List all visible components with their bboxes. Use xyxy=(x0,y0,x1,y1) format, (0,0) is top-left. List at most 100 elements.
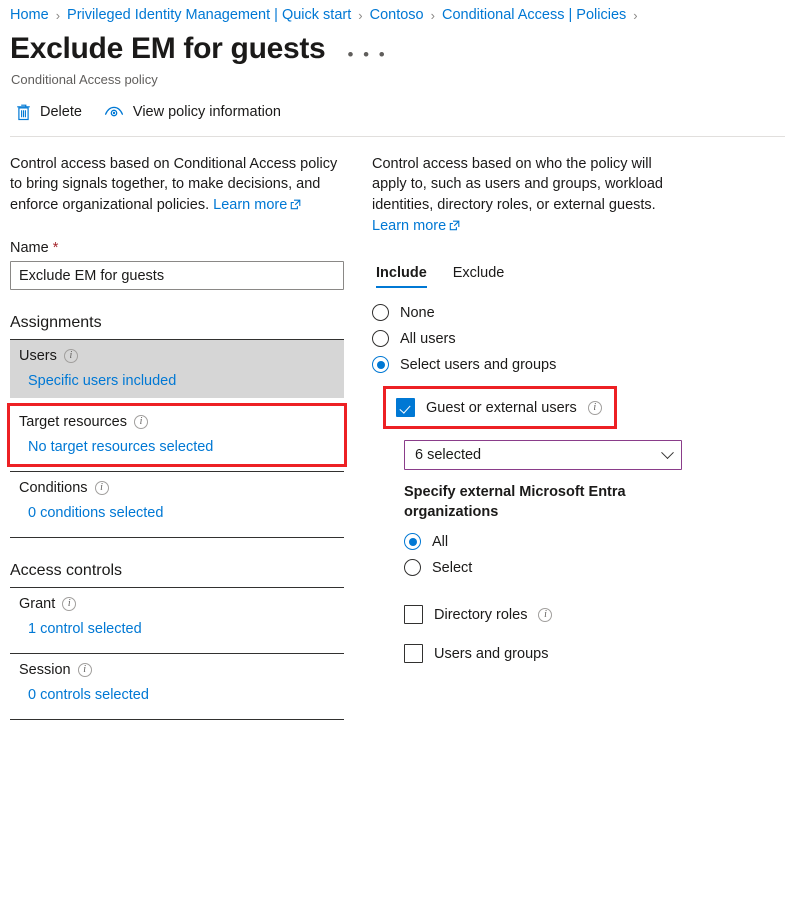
assignment-conditions-title: Conditions i xyxy=(19,480,344,496)
control-session-value[interactable]: 0 controls selected xyxy=(19,687,344,703)
checkbox-checked-icon xyxy=(396,398,415,417)
control-row-grant[interactable]: Grant i 1 control selected xyxy=(10,588,344,646)
radio-selected-icon xyxy=(372,356,389,373)
tab-include[interactable]: Include xyxy=(376,265,427,288)
learn-more-link[interactable]: Learn more xyxy=(213,195,301,216)
learn-more-label: Learn more xyxy=(213,197,288,214)
breadcrumb-chevron-icon: › xyxy=(633,7,638,23)
assignment-conditions-label: Conditions xyxy=(19,480,88,497)
additional-checkbox-group: Directory roles i Users and groups xyxy=(404,605,795,664)
radio-icon xyxy=(372,330,389,347)
delete-button[interactable]: Delete xyxy=(16,104,82,121)
scope-radio-group: None All users Select users and groups xyxy=(372,304,795,373)
assignment-target-resources-label: Target resources xyxy=(19,414,127,431)
assignments-heading: Assignments xyxy=(10,314,102,332)
info-icon[interactable]: i xyxy=(62,597,77,612)
assignment-conditions-value[interactable]: 0 conditions selected xyxy=(19,505,344,521)
users-assignment-panel: Control access based on who the policy w… xyxy=(358,154,795,721)
radio-option-none-label: None xyxy=(400,304,435,321)
assignment-target-resources-value[interactable]: No target resources selected xyxy=(19,439,344,455)
learn-more-label: Learn more xyxy=(372,218,447,235)
view-policy-information-button[interactable]: View policy information xyxy=(104,104,281,120)
assignment-row-users[interactable]: Users i Specific users included xyxy=(10,340,344,399)
radio-option-all-users-label: All users xyxy=(400,330,456,347)
checkbox-directory-roles-label: Directory roles xyxy=(434,606,528,623)
breadcrumb-item-conditional-access[interactable]: Conditional Access | Policies xyxy=(442,7,626,23)
radio-option-org-all[interactable]: All xyxy=(404,533,795,551)
radio-option-org-all-label: All xyxy=(432,533,449,550)
eye-icon xyxy=(104,105,124,120)
radio-option-org-select[interactable]: Select xyxy=(404,559,795,577)
breadcrumb-item-home[interactable]: Home xyxy=(10,7,49,23)
external-link-icon xyxy=(290,196,301,217)
access-controls-heading: Access controls xyxy=(10,562,123,580)
radio-icon xyxy=(372,304,389,321)
control-session-label: Session xyxy=(19,662,71,679)
delete-label: Delete xyxy=(40,104,82,120)
radio-option-select-users-and-groups[interactable]: Select users and groups xyxy=(372,356,795,373)
assignment-target-resources-title: Target resources i xyxy=(19,414,344,430)
policy-summary-column: Control access based on Conditional Acce… xyxy=(0,154,358,721)
breadcrumb-chevron-icon: › xyxy=(358,7,363,23)
assignment-users-title: Users i xyxy=(19,348,344,364)
users-description-text: Control access based on who the policy w… xyxy=(372,155,663,214)
include-exclude-tabs: Include Exclude xyxy=(376,265,795,288)
view-policy-information-label: View policy information xyxy=(132,104,281,120)
guest-types-dropdown-value: 6 selected xyxy=(415,447,482,463)
page-title: Exclude EM for guests xyxy=(10,32,326,65)
info-icon[interactable]: i xyxy=(134,415,148,430)
users-description: Control access based on who the policy w… xyxy=(372,154,684,238)
breadcrumb-chevron-icon: › xyxy=(55,7,61,23)
checkbox-guest-or-external-users[interactable]: Guest or external users i xyxy=(383,386,617,429)
name-label-text: Name xyxy=(10,240,49,257)
info-icon[interactable]: i xyxy=(77,663,92,678)
assignment-users-label: Users xyxy=(19,348,57,365)
tab-exclude[interactable]: Exclude xyxy=(453,265,505,288)
guest-types-dropdown[interactable]: 6 selected xyxy=(404,440,682,470)
row-divider xyxy=(10,537,344,539)
policy-description: Control access based on Conditional Acce… xyxy=(10,154,346,217)
chevron-down-icon xyxy=(661,445,674,459)
title-row: Exclude EM for guests • • • xyxy=(0,23,795,67)
required-marker: * xyxy=(52,240,59,257)
checkbox-guest-or-external-users-label: Guest or external users xyxy=(426,399,577,416)
content-columns: Control access based on Conditional Acce… xyxy=(0,137,795,721)
policy-name-input[interactable] xyxy=(10,261,344,291)
control-grant-value[interactable]: 1 control selected xyxy=(19,621,344,637)
more-options-button[interactable]: • • • xyxy=(347,46,387,63)
command-bar: Delete View policy information xyxy=(0,87,795,121)
external-organizations-radio-group: All Select xyxy=(404,533,795,577)
learn-more-link[interactable]: Learn more xyxy=(372,216,460,237)
info-icon[interactable]: i xyxy=(63,349,78,364)
row-divider xyxy=(10,719,344,721)
control-session-title: Session i xyxy=(19,662,344,678)
breadcrumb-item-contoso[interactable]: Contoso xyxy=(370,7,424,23)
info-icon[interactable]: i xyxy=(94,481,109,496)
radio-option-org-select-label: Select xyxy=(432,559,473,576)
control-grant-title: Grant i xyxy=(19,596,344,612)
radio-option-none[interactable]: None xyxy=(372,304,795,321)
radio-selected-icon xyxy=(404,533,421,551)
assignment-users-value[interactable]: Specific users included xyxy=(19,373,344,389)
name-field-label: Name * xyxy=(10,240,358,256)
control-row-session[interactable]: Session i 0 controls selected xyxy=(10,654,344,712)
checkbox-icon xyxy=(404,644,423,664)
assignment-row-conditions[interactable]: Conditions i 0 conditions selected xyxy=(10,472,344,530)
trash-icon xyxy=(16,104,31,121)
external-organizations-heading: Specify external Microsoft Entra organiz… xyxy=(404,484,626,520)
assignment-row-target-resources[interactable]: Target resources i No target resources s… xyxy=(7,403,347,468)
checkbox-directory-roles[interactable]: Directory roles i xyxy=(404,605,795,625)
breadcrumb-chevron-icon: › xyxy=(430,7,435,23)
radio-option-select-users-and-groups-label: Select users and groups xyxy=(400,356,557,373)
info-icon[interactable]: i xyxy=(587,400,602,415)
checkbox-icon xyxy=(404,605,423,625)
control-grant-label: Grant xyxy=(19,596,56,613)
breadcrumb-item-pim[interactable]: Privileged Identity Management | Quick s… xyxy=(67,7,351,23)
checkbox-users-and-groups[interactable]: Users and groups xyxy=(404,644,795,664)
info-icon[interactable]: i xyxy=(538,607,553,622)
checkbox-users-and-groups-label: Users and groups xyxy=(434,645,549,662)
radio-option-all-users[interactable]: All users xyxy=(372,330,795,347)
breadcrumb: Home › Privileged Identity Management | … xyxy=(0,0,795,23)
page-subtitle: Conditional Access policy xyxy=(11,71,158,87)
radio-icon xyxy=(404,559,421,577)
